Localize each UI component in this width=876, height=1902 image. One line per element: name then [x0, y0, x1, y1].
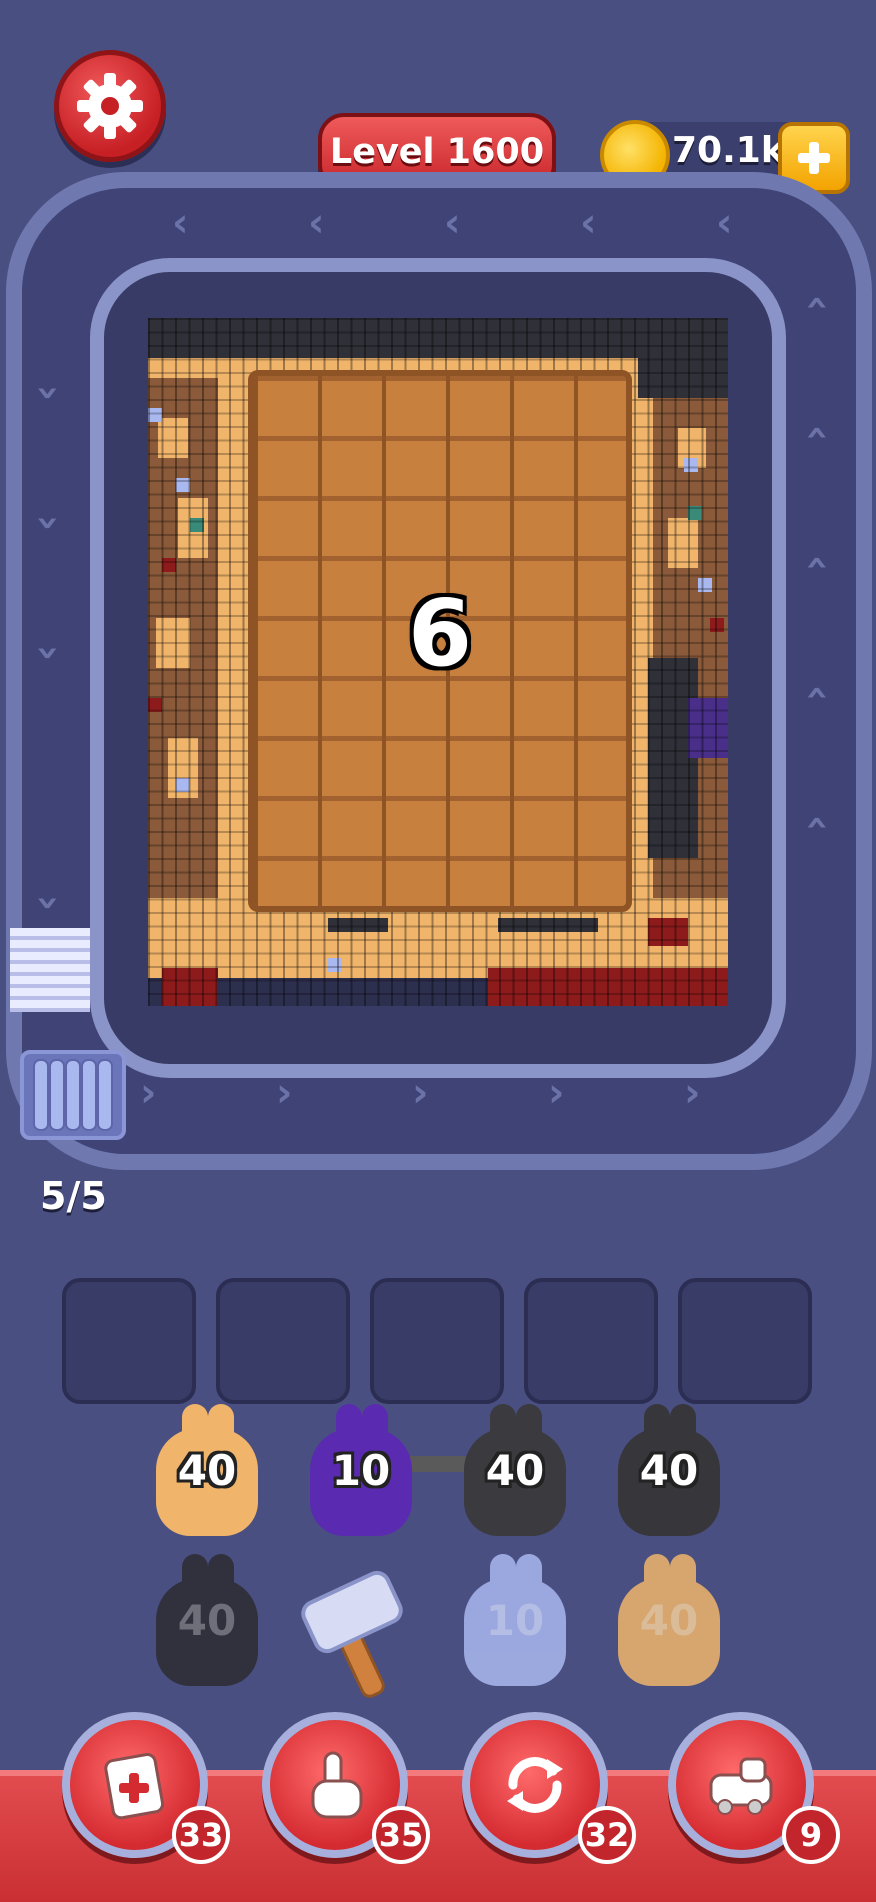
conveyor-arrow-icon: ‹	[308, 200, 325, 246]
hammer-icon	[296, 1568, 416, 1698]
coin-amount: 70.1k	[672, 130, 785, 171]
conveyor-arrow-icon: ‹	[716, 200, 733, 246]
bunny-card: 10	[460, 1554, 570, 1688]
plus-icon	[798, 142, 830, 174]
bunny-count: 10	[485, 1596, 545, 1645]
conveyor-arrow-icon: ‹	[444, 200, 461, 246]
bunny-dispenser	[20, 1050, 126, 1140]
bunny-card[interactable]: 10	[306, 1404, 416, 1538]
empty-slot	[216, 1278, 350, 1404]
tap-hand-icon	[311, 1751, 363, 1819]
booster-count: 32	[578, 1806, 636, 1864]
settings-button[interactable]	[54, 50, 166, 162]
bunny-count: 40	[177, 1596, 237, 1645]
conveyor-arrow-icon: ›	[140, 1070, 157, 1116]
conveyor-arrow-icon: ‹	[795, 684, 842, 702]
bunny-card: 40	[152, 1554, 262, 1688]
conveyor-arrow-icon: ‹	[23, 384, 70, 402]
bunny-count: 40	[485, 1446, 545, 1495]
booster-count: 35	[372, 1806, 430, 1864]
conveyor-entry	[10, 928, 90, 1012]
booster-count: 9	[782, 1806, 840, 1864]
conveyor-arrow-icon: ‹	[795, 294, 842, 312]
conveyor-arrow-icon: ‹	[795, 424, 842, 442]
bunny-card[interactable]: 40	[460, 1404, 570, 1538]
conveyor-arrow-icon: ‹	[23, 514, 70, 532]
conveyor-arrow-icon: ‹	[795, 554, 842, 572]
conveyor-capacity: 5/5	[40, 1174, 107, 1218]
booster-count: 33	[172, 1806, 230, 1864]
bunny-count: 40	[639, 1596, 699, 1645]
bunny-count: 40	[177, 1446, 237, 1495]
empty-slot	[370, 1278, 504, 1404]
shuffle-icon	[507, 1757, 563, 1813]
bunny-card[interactable]: 40	[614, 1404, 724, 1538]
crate-counter: 6	[407, 580, 472, 687]
gear-icon	[77, 73, 143, 139]
empty-slot	[678, 1278, 812, 1404]
add-card-icon	[104, 1753, 165, 1820]
bunny-card: 40	[614, 1554, 724, 1688]
conveyor-arrow-icon: ‹	[23, 644, 70, 662]
bunny-count: 10	[331, 1446, 391, 1495]
bunny-count: 40	[639, 1446, 699, 1495]
conveyor-arrow-icon: ‹	[580, 200, 597, 246]
empty-slot	[62, 1278, 196, 1404]
conveyor-arrow-icon: ‹	[795, 814, 842, 832]
conveyor-arrow-icon: ‹	[172, 200, 189, 246]
conveyor-arrow-icon: ‹	[23, 894, 70, 912]
bunny-card[interactable]: 40	[152, 1404, 262, 1538]
train-icon	[709, 1757, 773, 1815]
empty-slot	[524, 1278, 658, 1404]
